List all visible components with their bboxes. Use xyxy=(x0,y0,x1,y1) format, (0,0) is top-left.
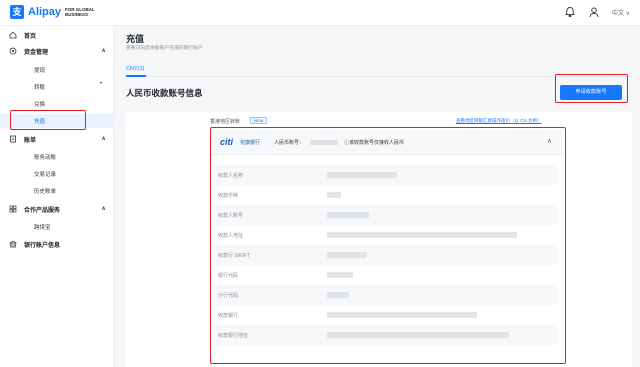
bell-icon[interactable] xyxy=(564,6,576,18)
section-title: 人民币收款账号信息 xyxy=(126,88,203,98)
sidebar-group-partner-services[interactable]: 合作产品服务 ∧ xyxy=(0,202,114,216)
alipay-logo-text: Alipay xyxy=(28,6,62,18)
bill-icon xyxy=(10,135,16,143)
home-icon xyxy=(9,31,17,39)
chevron-up-icon: ∧ xyxy=(101,136,106,142)
alipay-logo-mark: 支 xyxy=(10,5,24,19)
sidebar-item-label: 转账 xyxy=(34,85,46,91)
detail-row: 银行代码 xyxy=(214,265,558,285)
top-bar: 支 Alipay FOR GLOBAL BUSINESS 中文 ∨ xyxy=(0,0,640,26)
sidebar-item-label: 提现 xyxy=(34,68,46,74)
sidebar-item-account-activity[interactable]: 账务动账 xyxy=(0,150,114,164)
detail-row: 收款人名称 xyxy=(214,165,558,185)
detail-row: 收款行 SWIFT xyxy=(214,245,558,265)
citi-logo: citi xyxy=(220,137,233,147)
account-note: ⓘ该收款账号仅接收人民币 xyxy=(344,140,405,146)
account-number-redacted xyxy=(310,140,338,145)
language-selector[interactable]: 中文 ∨ xyxy=(612,8,630,17)
sidebar-group-bills[interactable]: 账单 ∧ xyxy=(0,132,114,146)
sidebar-group-label: 合作产品服务 xyxy=(24,207,61,214)
detail-value-redacted xyxy=(327,252,367,258)
sidebar-item-label: 账务动账 xyxy=(34,155,57,161)
sidebar-group-label: 账单 xyxy=(24,137,37,144)
sidebar-item-cross-border[interactable]: 跨境宝 xyxy=(0,220,114,234)
hk-transfer-label: 香港地区转账 xyxy=(210,119,241,125)
apply-account-button[interactable]: 申请收款账号 xyxy=(560,85,622,100)
chevron-up-icon: ∧ xyxy=(101,206,106,212)
detail-label: 收款币种 xyxy=(218,192,239,199)
tabs-divider xyxy=(126,76,632,77)
detail-value-redacted xyxy=(327,312,477,318)
detail-label: 收款人名称 xyxy=(218,172,244,179)
detail-value-redacted xyxy=(327,212,369,218)
account-detail-list: 收款人名称 收款币种 收款人账号 收款人地址 收款行 SWIFT 银行代码 分行… xyxy=(214,165,558,345)
detail-row: 收款银行 xyxy=(214,305,558,325)
bank-account-header[interactable]: citi 花旗银行 人民币账号： ⓘ该收款账号仅接收人民币 ∧ xyxy=(210,129,562,155)
sidebar-item-withdraw[interactable]: 提现 xyxy=(0,63,114,77)
citi-logo-text: citi xyxy=(220,137,234,147)
detail-label: 收款银行地址 xyxy=(218,332,249,339)
bank-name: 花旗银行 xyxy=(240,140,261,146)
sidebar-group-label: 资金管理 xyxy=(24,49,49,56)
detail-label: 收款行 SWIFT xyxy=(218,252,250,259)
chevron-up-icon: ∧ xyxy=(101,48,106,54)
sidebar-item-bank-info[interactable]: 银行账户信息 xyxy=(0,237,114,251)
account-card: 香港地区转账 NEW 查看地区网银汇款操作指引（以 Citi 为例） citi … xyxy=(126,112,632,367)
sidebar-item-home[interactable]: 首页 xyxy=(0,28,114,42)
sidebar-group-label: 首页 xyxy=(24,33,37,40)
user-icon[interactable] xyxy=(588,6,600,18)
sidebar-item-exchange[interactable]: 兑换 xyxy=(0,97,114,111)
sidebar-item-label: 兑换 xyxy=(34,102,46,108)
detail-row: 收款币种 xyxy=(214,185,558,205)
alipay-logo-subtitle: FOR GLOBAL BUSINESS xyxy=(65,7,95,17)
sidebar-item-label: 历史账单 xyxy=(34,189,57,195)
detail-label: 收款人地址 xyxy=(218,232,244,239)
detail-label: 收款人账号 xyxy=(218,212,244,219)
sidebar-item-label: 充值 xyxy=(34,119,46,125)
alipay-logo[interactable]: 支 Alipay FOR GLOBAL BUSINESS xyxy=(10,5,109,19)
sidebar-group-label: 银行账户信息 xyxy=(24,242,61,249)
grid-icon xyxy=(9,205,17,213)
main-content: 充值 查看可向您余额账户充值的银行账户 CNY(1) 人民币收款账号信息 申请收… xyxy=(114,26,640,367)
detail-row: 收款人账号 xyxy=(214,205,558,225)
hk-guide-link[interactable]: 查看地区网银汇款操作指引（以 Citi 为例） xyxy=(456,118,542,124)
wallet-icon xyxy=(9,47,17,55)
sidebar: 首页 资金管理 ∧ 提现 转账 • 兑换 充值 账单 ∧ 账务动账 交易记录 历… xyxy=(0,26,114,367)
detail-row: 分行代码 xyxy=(214,285,558,305)
tab-cny[interactable]: CNY(1) xyxy=(126,66,144,72)
detail-row: 收款人地址 xyxy=(214,225,558,245)
detail-label: 银行代码 xyxy=(218,272,239,279)
sidebar-item-topup[interactable]: 充值 xyxy=(0,114,114,128)
detail-value-redacted xyxy=(327,172,397,178)
detail-label: 收款银行 xyxy=(218,312,239,319)
sidebar-item-transfer[interactable]: 转账 • xyxy=(0,80,114,94)
detail-value-redacted xyxy=(327,232,517,238)
top-actions: 中文 ∨ xyxy=(564,6,630,18)
chevron-up-icon[interactable]: ∧ xyxy=(547,137,552,145)
detail-row: 收款银行地址 xyxy=(214,325,558,345)
account-number-label: 人民币账号： xyxy=(274,140,305,146)
bank-account-panel: citi 花旗银行 人民币账号： ⓘ该收款账号仅接收人民币 ∧ 收款人名称 收款… xyxy=(210,129,562,361)
new-badge: NEW xyxy=(250,117,268,124)
detail-value-redacted xyxy=(327,332,509,338)
sidebar-item-transactions[interactable]: 交易记录 xyxy=(0,167,114,181)
sidebar-item-label: 跨境宝 xyxy=(34,225,51,231)
notification-dot: • xyxy=(100,81,103,87)
sidebar-item-label: 交易记录 xyxy=(34,172,57,178)
bank-icon xyxy=(9,240,17,248)
detail-value-redacted xyxy=(327,272,353,278)
tab-active-indicator xyxy=(126,75,146,77)
sidebar-item-history-bills[interactable]: 历史账单 xyxy=(0,184,114,198)
detail-label: 分行代码 xyxy=(218,292,239,299)
detail-value-redacted xyxy=(327,292,349,298)
page-description: 查看可向您余额账户充值的银行账户 xyxy=(126,46,203,51)
sidebar-group-funds[interactable]: 资金管理 ∧ xyxy=(0,44,114,58)
detail-value-redacted xyxy=(327,192,341,198)
